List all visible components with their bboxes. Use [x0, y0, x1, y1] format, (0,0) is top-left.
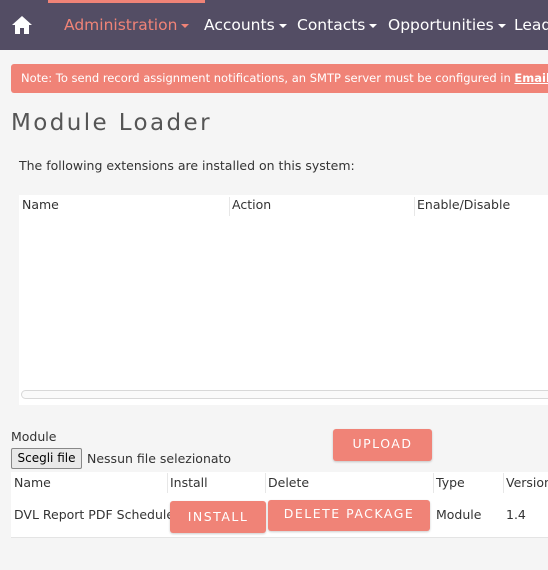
column-header-name: Name	[22, 197, 59, 212]
upload-button[interactable]: Upload	[333, 429, 432, 461]
nav-item-administration[interactable]: Administration	[48, 0, 206, 50]
home-icon	[12, 16, 32, 34]
installed-extensions-intro: The following extensions are installed o…	[19, 158, 355, 173]
column-divider	[229, 197, 230, 216]
email-settings-link[interactable]: Email Settings	[514, 71, 548, 85]
column-divider	[414, 197, 415, 216]
packages-table: Name Install Delete Type Version DVL Rep…	[11, 472, 548, 538]
nav-item-opportunities[interactable]: Opportunities	[388, 0, 506, 50]
nav-item-label: Contacts	[297, 16, 366, 34]
file-status-text: Nessun file selezionato	[87, 451, 232, 466]
delete-package-button[interactable]: Delete Package	[268, 500, 430, 531]
package-version: 1.4	[506, 507, 526, 522]
column-divider	[265, 473, 266, 493]
installed-extensions-table: Name Action Enable/Disable	[19, 195, 548, 405]
caret-down-icon	[278, 23, 287, 28]
column-header-type: Type	[436, 475, 465, 490]
nav-item-label: Accounts	[204, 16, 275, 34]
column-divider	[167, 473, 168, 493]
column-header-enable-disable: Enable/Disable	[417, 197, 511, 212]
home-button[interactable]	[0, 0, 44, 50]
column-header-version: Version	[506, 475, 548, 490]
choose-file-button[interactable]: Scegli file	[11, 448, 82, 469]
column-header-install: Install	[170, 475, 208, 490]
alert-text: Note: To send record assignment notifica…	[21, 71, 515, 85]
column-header-name: Name	[14, 475, 51, 490]
column-divider	[503, 473, 504, 493]
nav-item-label: Administration	[64, 16, 178, 34]
smtp-notice-alert: Note: To send record assignment notifica…	[11, 64, 548, 93]
page-title: Module Loader	[11, 110, 212, 136]
caret-down-icon	[181, 23, 190, 28]
nav-item-leads[interactable]: Leads	[514, 0, 548, 50]
column-header-action: Action	[232, 197, 272, 212]
horizontal-scrollbar[interactable]	[21, 390, 548, 399]
module-label: Module	[11, 429, 57, 444]
nav-item-contacts[interactable]: Contacts	[297, 0, 378, 50]
top-navigation-bar: Administration Accounts Contacts Opportu…	[0, 0, 548, 50]
column-header-delete: Delete	[268, 475, 310, 490]
caret-down-icon	[369, 23, 378, 28]
nav-item-label: Leads	[514, 16, 548, 34]
install-button[interactable]: Install	[170, 501, 266, 533]
package-name: DVL Report PDF Scheduler	[14, 507, 180, 522]
nav-item-label: Opportunities	[388, 16, 494, 34]
caret-down-icon	[497, 23, 506, 28]
column-divider	[433, 473, 434, 493]
nav-item-accounts[interactable]: Accounts	[204, 0, 287, 50]
package-type: Module	[436, 507, 482, 522]
